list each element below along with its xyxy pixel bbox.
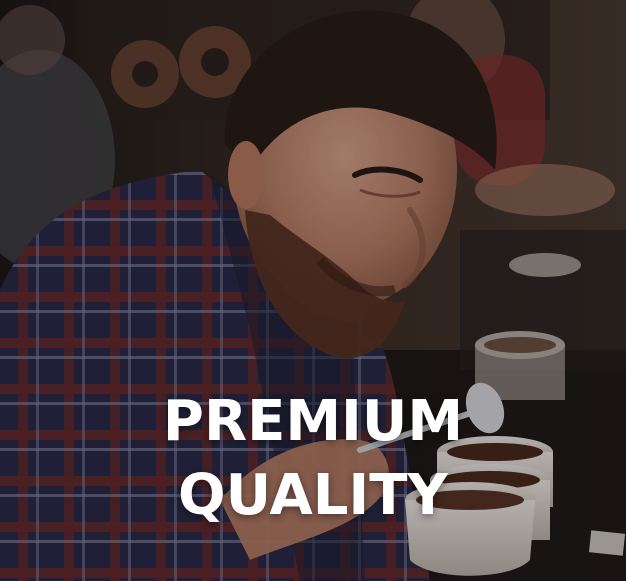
hero-banner: PREMIUM QUALITY (0, 0, 626, 581)
hero-title-line-1: PREMIUM (162, 389, 464, 454)
hero-title: PREMIUM QUALITY (0, 385, 626, 533)
hero-title-line-2: QUALITY (178, 463, 448, 528)
